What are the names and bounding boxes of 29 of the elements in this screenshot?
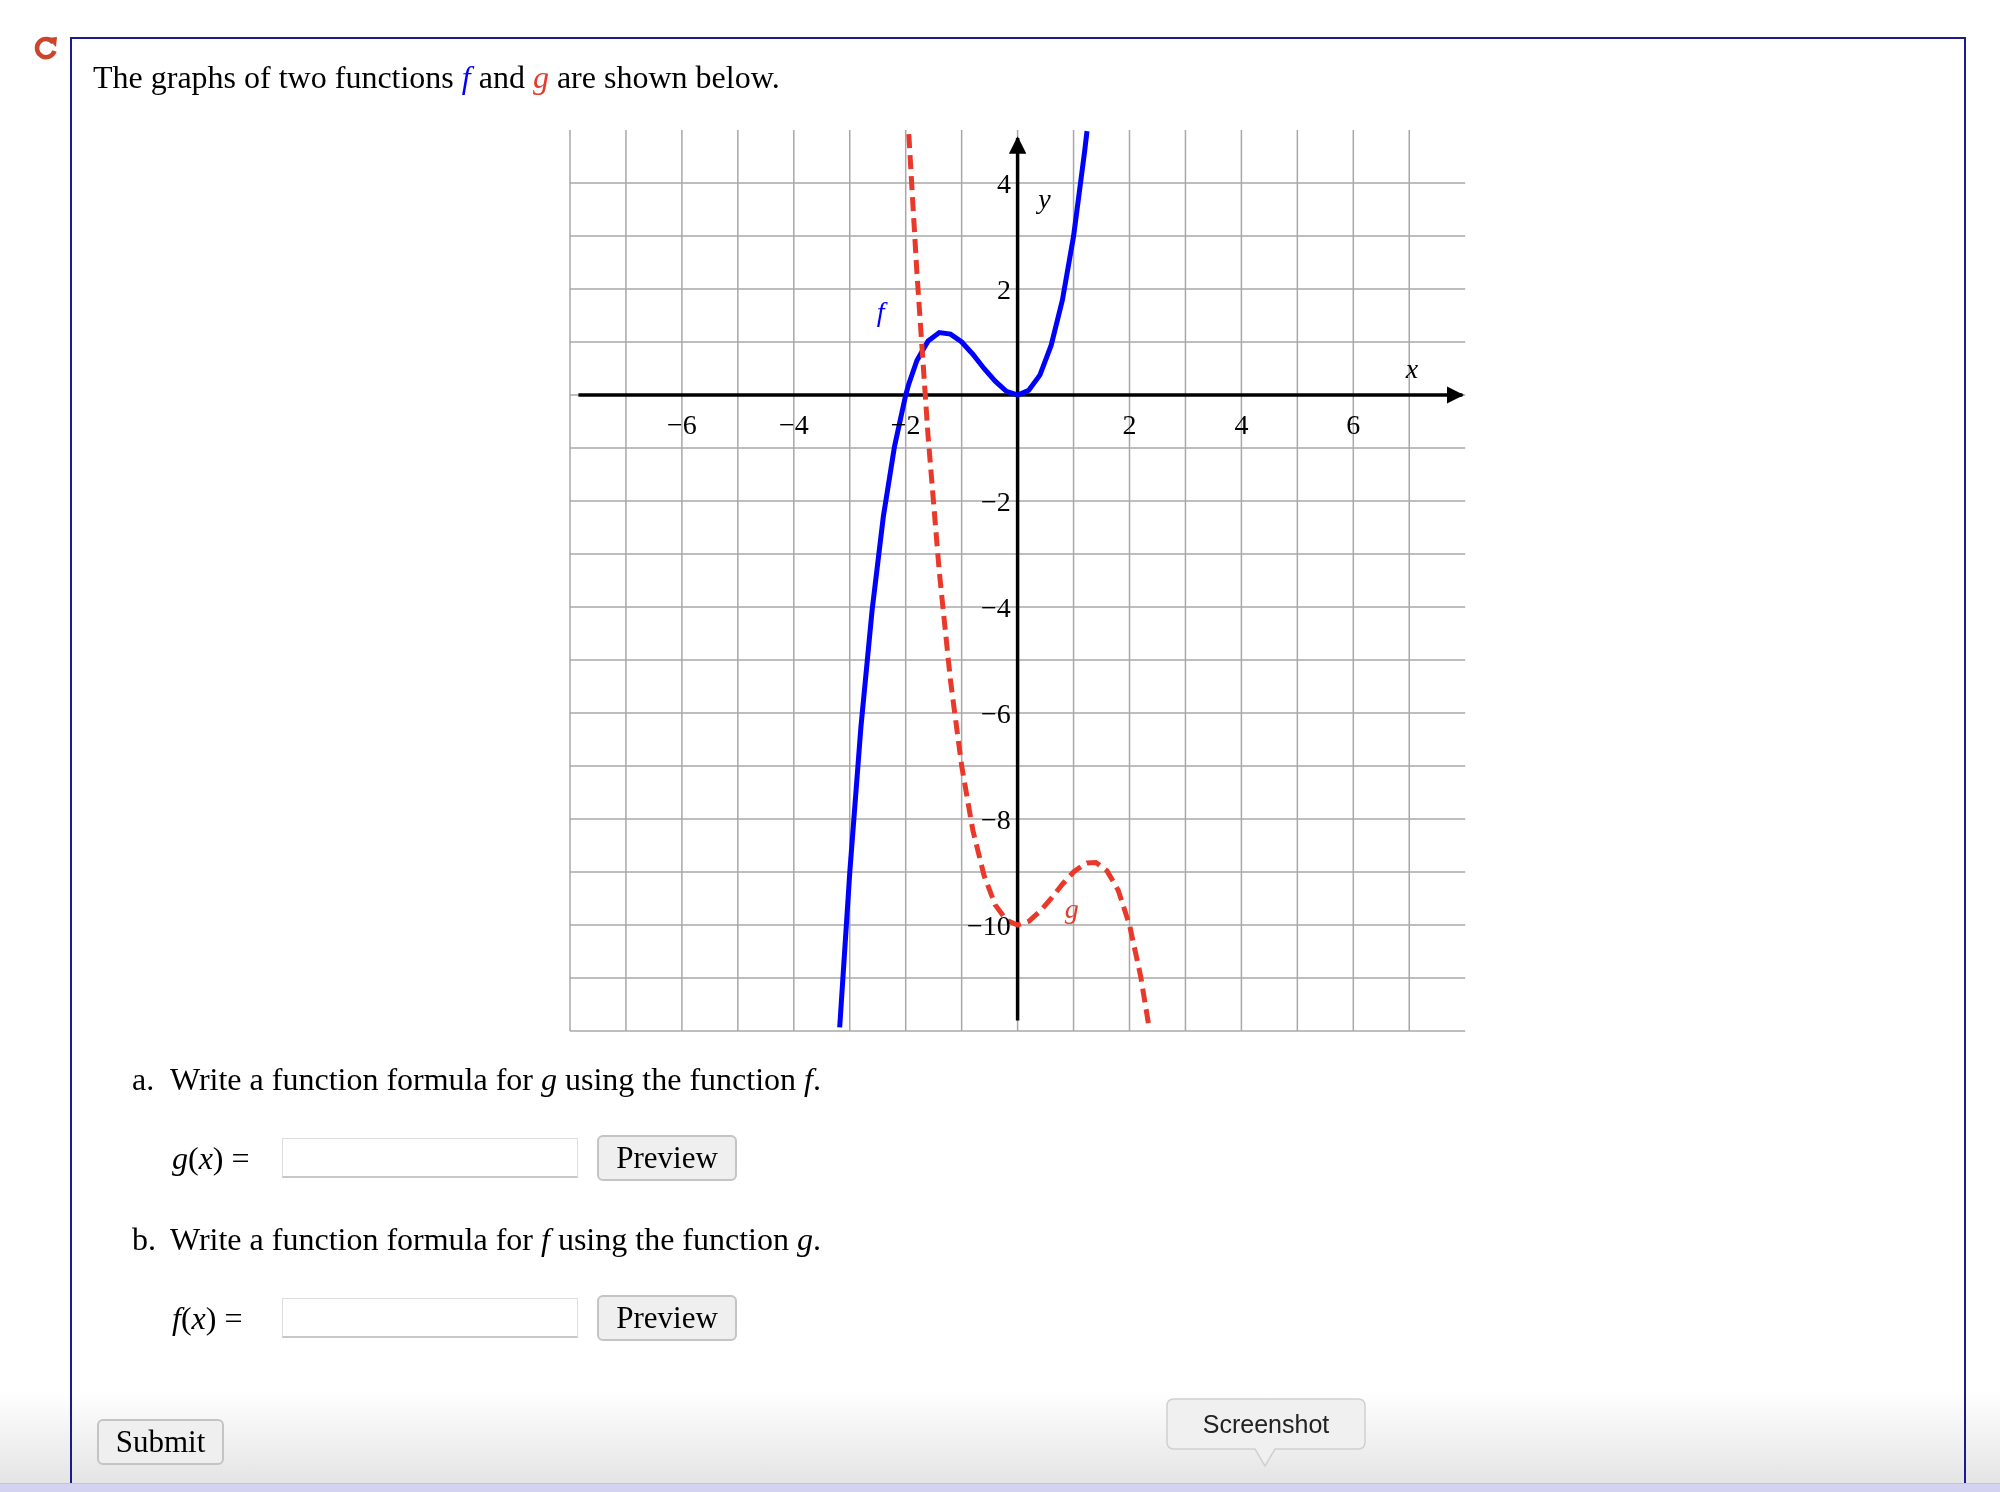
axis-label: y — [1038, 183, 1051, 215]
curve-label: g — [1064, 893, 1079, 925]
tooltip: Screenshot — [1166, 1398, 1366, 1468]
tick-label: 4 — [1234, 408, 1249, 440]
tick-label: −8 — [981, 803, 1011, 835]
preview-button[interactable]: Preview — [597, 1295, 737, 1341]
tick-label: −4 — [778, 408, 809, 440]
tick-label: 2 — [1122, 408, 1137, 440]
tick-label: −6 — [981, 697, 1011, 729]
tick-label: 2 — [996, 273, 1011, 305]
tick-label: 6 — [1346, 408, 1361, 440]
tick-label: −4 — [981, 591, 1011, 623]
intro-text: The graphs of two functions f and g are shown below. — [93, 59, 781, 95]
answer-label: f(x) = — [172, 1299, 244, 1337]
tick-label: 4 — [996, 167, 1011, 199]
preview-button[interactable]: Preview — [597, 1135, 737, 1181]
question-text: Write a function formula for g using the function f. — [170, 1060, 821, 1099]
tick-label: −2 — [981, 485, 1011, 517]
tick-label: −10 — [967, 909, 1011, 941]
item-marker: b. — [132, 1220, 157, 1259]
answer-field[interactable] — [282, 1298, 578, 1338]
answer-label: g(x) = — [172, 1139, 251, 1177]
axis-label: x — [1405, 353, 1419, 384]
submit-button[interactable]: Submit — [97, 1419, 224, 1465]
refresh-icon[interactable] — [33, 35, 59, 61]
tick-label: −6 — [667, 408, 697, 440]
question-text: Write a function formula for f using the function g. — [170, 1220, 821, 1259]
answer-field[interactable] — [282, 1138, 578, 1178]
item-marker: a. — [132, 1060, 156, 1099]
